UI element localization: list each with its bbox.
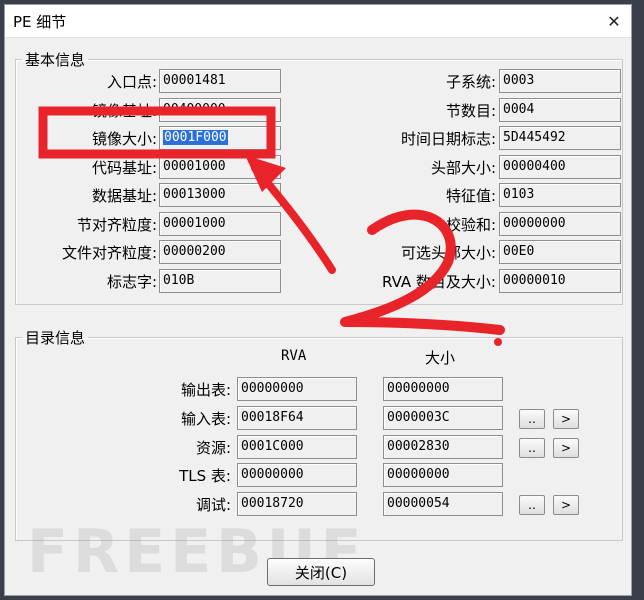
basic-right-value: 00E0 xyxy=(503,244,535,259)
close-button[interactable]: 关闭(C) xyxy=(267,558,375,586)
basic-right-field[interactable]: 00000010 xyxy=(499,269,621,293)
basic-right-value: 00000000 xyxy=(503,216,566,231)
basic-left-label: 标志字: xyxy=(106,273,157,291)
basic-left-value: 010B xyxy=(163,273,195,288)
directory-size-field[interactable]: 00000000 xyxy=(383,377,503,401)
directory-size-field[interactable]: 00000054 xyxy=(383,492,503,516)
basic-left-value: 00001000 xyxy=(163,159,226,174)
basic-left-label: 节对齐粒度: xyxy=(76,216,157,234)
directory-size-field[interactable]: 0000003C xyxy=(383,406,503,430)
directory-info-legend: 目录信息 xyxy=(25,329,86,347)
basic-left-label: 数据基址: xyxy=(91,187,157,205)
basic-right-field[interactable]: 5D445492 xyxy=(499,126,621,150)
directory-size-field[interactable]: 00002830 xyxy=(383,435,503,459)
directory-rva-field[interactable]: 00000000 xyxy=(237,463,357,487)
basic-right-field[interactable]: 0003 xyxy=(499,69,621,93)
basic-right-field[interactable]: 0004 xyxy=(499,98,621,122)
directory-row-label: TLS 表: xyxy=(179,467,231,485)
directory-rva-value: 00018720 xyxy=(241,496,304,511)
basic-left-field[interactable]: 010B xyxy=(159,269,281,293)
basic-right-label: 可选头部大小: xyxy=(400,244,496,262)
window-title: PE 细节 xyxy=(13,13,67,31)
basic-right-field[interactable]: 00E0 xyxy=(499,240,621,264)
basic-right-field[interactable]: 00000000 xyxy=(499,212,621,236)
title-bar: PE 细节 ✕ xyxy=(5,5,631,38)
basic-left-value: 00400000 xyxy=(163,102,226,117)
directory-more-button[interactable]: .. xyxy=(519,438,545,458)
basic-info-legend: 基本信息 xyxy=(25,51,86,69)
basic-left-label: 镜像基址: xyxy=(91,102,157,120)
directory-row-label: 资源: xyxy=(195,439,231,457)
rva-column-header: RVA xyxy=(281,348,307,364)
basic-left-value: 00013000 xyxy=(163,187,226,202)
basic-right-label: 校验和: xyxy=(445,216,496,234)
directory-rva-field[interactable]: 00018720 xyxy=(237,492,357,516)
basic-right-value: 00000010 xyxy=(503,273,566,288)
basic-right-label: 特征值: xyxy=(445,187,496,205)
basic-right-label: 头部大小: xyxy=(430,159,496,177)
basic-left-label: 文件对齐粒度: xyxy=(61,244,157,262)
basic-left-value: 00000200 xyxy=(163,244,226,259)
directory-size-value: 0000003C xyxy=(387,410,450,425)
basic-right-label: 子系统: xyxy=(445,73,496,91)
basic-left-field[interactable]: 00001000 xyxy=(159,155,281,179)
basic-left-label: 代码基址: xyxy=(91,159,157,177)
basic-left-value: 0001F000 xyxy=(163,130,228,145)
size-column-header: 大小 xyxy=(425,349,456,367)
basic-right-label: 时间日期标志: xyxy=(400,130,496,148)
basic-left-field[interactable]: 00001000 xyxy=(159,212,281,236)
directory-size-value: 00000000 xyxy=(387,467,450,482)
basic-right-value: 0004 xyxy=(503,102,535,117)
directory-rva-field[interactable]: 0001C000 xyxy=(237,435,357,459)
directory-size-field[interactable]: 00000000 xyxy=(383,463,503,487)
directory-rva-field[interactable]: 00018F64 xyxy=(237,406,357,430)
basic-left-field[interactable]: 00000200 xyxy=(159,240,281,264)
basic-left-field[interactable]: 0001F000 xyxy=(159,126,281,150)
basic-right-label: 节数目: xyxy=(445,102,496,120)
basic-left-value: 00001000 xyxy=(163,216,226,231)
basic-left-field[interactable]: 00001481 xyxy=(159,69,281,93)
basic-left-label: 入口点: xyxy=(106,73,157,91)
basic-left-field[interactable]: 00400000 xyxy=(159,98,281,122)
directory-row-label: 输出表: xyxy=(180,381,231,399)
directory-more-button[interactable]: .. xyxy=(519,495,545,515)
basic-left-label: 镜像大小: xyxy=(91,130,157,148)
directory-row-label: 调试: xyxy=(195,496,231,514)
pe-details-window: PE 细节 ✕ 基本信息 目录信息 FREEBUF 入口点: 00001481 镜像… xyxy=(4,4,632,596)
directory-size-value: 00000000 xyxy=(387,381,450,396)
directory-more-button[interactable]: .. xyxy=(519,409,545,429)
basic-left-field[interactable]: 00013000 xyxy=(159,183,281,207)
directory-row-label: 输入表: xyxy=(180,410,231,428)
basic-right-value: 5D445492 xyxy=(503,130,566,145)
basic-right-label: RVA 数目及大小: xyxy=(382,273,496,291)
basic-right-field[interactable]: 00000400 xyxy=(499,155,621,179)
directory-go-button[interactable]: > xyxy=(553,438,579,458)
close-icon[interactable]: ✕ xyxy=(603,10,625,32)
directory-rva-value: 00018F64 xyxy=(241,410,304,425)
basic-right-value: 00000400 xyxy=(503,159,566,174)
directory-size-value: 00000054 xyxy=(387,496,450,511)
directory-rva-value: 00000000 xyxy=(241,467,304,482)
basic-right-value: 0003 xyxy=(503,73,535,88)
basic-left-value: 00001481 xyxy=(163,73,226,88)
basic-right-field[interactable]: 0103 xyxy=(499,183,621,207)
directory-size-value: 00002830 xyxy=(387,439,450,454)
directory-rva-value: 00000000 xyxy=(241,381,304,396)
directory-rva-value: 0001C000 xyxy=(241,439,304,454)
basic-right-value: 0103 xyxy=(503,187,535,202)
directory-go-button[interactable]: > xyxy=(553,409,579,429)
directory-go-button[interactable]: > xyxy=(553,495,579,515)
directory-rva-field[interactable]: 00000000 xyxy=(237,377,357,401)
